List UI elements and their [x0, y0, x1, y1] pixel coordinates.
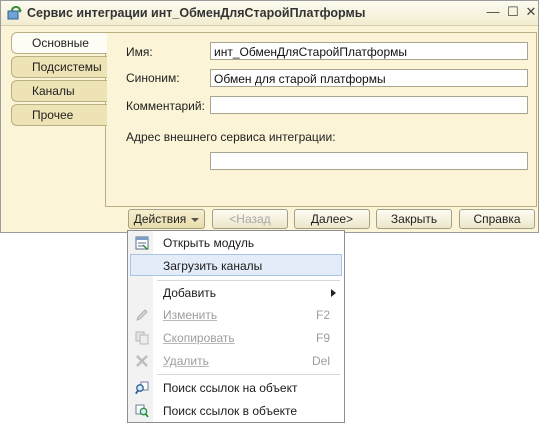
integration-service-icon — [7, 6, 22, 20]
find-in-object-icon — [135, 404, 149, 418]
tab-channels[interactable]: Каналы — [11, 80, 107, 102]
synonym-field[interactable]: Обмен для старой платформы — [210, 69, 528, 87]
tab-strip: Основные Подсистемы Каналы Прочее — [11, 32, 107, 128]
name-field[interactable]: инт_ОбменДляСтаройПлатформы — [210, 42, 528, 60]
menu-item-shortcut: F9 — [315, 331, 330, 345]
menu-item-label: Добавить — [163, 286, 217, 300]
help-button[interactable]: Справка — [459, 209, 535, 229]
menu-item-edit[interactable]: Изменить F2 — [130, 304, 342, 326]
next-button[interactable]: Далее> — [294, 209, 370, 229]
actions-menu: Открыть модуль Загрузить каналы Добавить… — [127, 230, 345, 423]
close-button[interactable]: Закрыть — [376, 209, 452, 229]
menu-item-find-in-object[interactable]: Поиск ссылок в объекте — [130, 400, 342, 422]
minimize-button[interactable]: — — [484, 4, 502, 20]
address-field[interactable] — [210, 152, 528, 170]
tab-subsystems[interactable]: Подсистемы — [11, 56, 107, 78]
menu-item-delete[interactable]: Удалить Del — [130, 350, 342, 372]
menu-item-find-references[interactable]: Поиск ссылок на объект — [130, 377, 342, 399]
menu-item-label: Поиск ссылок на объект — [163, 381, 298, 395]
menu-item-label: Загрузить каналы — [163, 259, 263, 273]
module-icon — [135, 236, 149, 250]
menu-item-label: Удалить — [163, 354, 209, 368]
integration-service-window: Сервис интеграции инт_ОбменДляСтаройПлат… — [0, 0, 539, 233]
pencil-icon — [136, 309, 148, 321]
copy-icon — [135, 331, 149, 345]
menu-item-label: Открыть модуль — [163, 236, 255, 250]
address-label: Адрес внешнего сервиса интеграции: — [126, 130, 336, 144]
menu-item-copy[interactable]: Скопировать F9 — [130, 327, 342, 349]
actions-button[interactable]: Действия — [128, 209, 205, 229]
menu-item-label: Поиск ссылок в объекте — [163, 404, 298, 418]
window-title: Сервис интеграции инт_ОбменДляСтаройПлат… — [27, 6, 366, 20]
name-label: Имя: — [126, 45, 153, 59]
menu-separator — [157, 374, 340, 375]
submenu-arrow-icon — [331, 289, 336, 297]
synonym-label: Синоним: — [126, 71, 180, 85]
actions-button-label: Действия — [133, 212, 187, 226]
menu-item-load-channels[interactable]: Загрузить каналы — [130, 254, 342, 276]
comment-label: Комментарий: — [126, 99, 205, 113]
find-references-icon — [135, 381, 149, 395]
tab-other[interactable]: Прочее — [11, 104, 107, 126]
menu-item-open-module[interactable]: Открыть модуль — [130, 232, 342, 254]
delete-icon — [136, 355, 148, 367]
menu-item-add[interactable]: Добавить — [130, 282, 342, 304]
menu-item-shortcut: Del — [311, 354, 330, 368]
tab-main[interactable]: Основные — [11, 32, 107, 54]
menu-item-label: Скопировать — [163, 331, 235, 345]
menu-separator — [157, 280, 340, 281]
close-window-button[interactable]: ✕ — [522, 4, 540, 20]
menu-item-label: Изменить — [163, 308, 218, 322]
maximize-button[interactable]: ☐ — [504, 4, 522, 20]
menu-item-shortcut: F2 — [315, 308, 330, 322]
back-button[interactable]: <Назад — [212, 209, 288, 229]
title-bar[interactable]: Сервис интеграции инт_ОбменДляСтаройПлат… — [1, 1, 538, 26]
tab-content-panel: Имя: инт_ОбменДляСтаройПлатформы Синоним… — [105, 32, 537, 207]
dropdown-arrow-icon — [191, 217, 200, 222]
comment-field[interactable] — [210, 96, 528, 114]
